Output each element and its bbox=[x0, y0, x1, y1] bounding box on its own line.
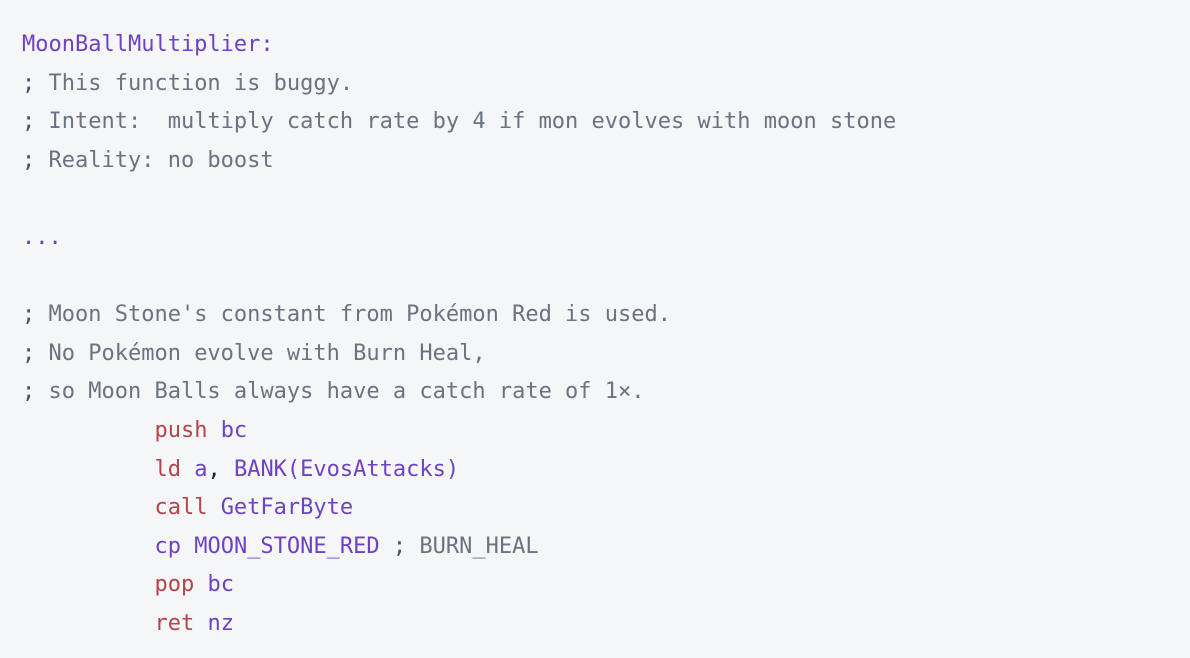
mnemonic-token: push bbox=[154, 417, 208, 443]
operand-token-2: BANK(EvosAttacks) bbox=[220, 456, 460, 482]
code-line-label: MoonBallMultiplier: bbox=[22, 26, 1190, 65]
code-line-instruction-0: push bc bbox=[22, 412, 1190, 451]
comment-text: This function is buggy. bbox=[35, 70, 354, 96]
mnemonic-token: call bbox=[154, 495, 208, 521]
code-line-instruction-5: ret nz bbox=[22, 605, 1190, 644]
comment-text: so Moon Balls always have a catch rate o… bbox=[35, 379, 645, 405]
comment-text: Intent: multiply catch rate by 4 if mon … bbox=[35, 109, 897, 135]
code-line-instruction-1: ld a, BANK(EvosAttacks) bbox=[22, 451, 1190, 490]
operand-token: bc bbox=[207, 572, 234, 598]
comment-marker: ; bbox=[22, 379, 36, 405]
code-line-ellipsis: ... bbox=[22, 219, 1190, 258]
operand-token: a bbox=[194, 456, 208, 482]
code-line-comment-top-0: ; This function is buggy. bbox=[22, 65, 1190, 104]
ellipsis-token: ... bbox=[22, 224, 62, 250]
operand-token: MOON_STONE_RED bbox=[194, 533, 380, 559]
code-line-instruction-4: pop bc bbox=[22, 566, 1190, 605]
comment-marker: ; bbox=[22, 109, 36, 135]
mnemonic-token: ld bbox=[154, 456, 181, 482]
code-line-instruction-2: call GetFarByte bbox=[22, 489, 1190, 528]
mnemonic-token: ret bbox=[154, 610, 195, 636]
code-line-comment-mid-1: ; No Pokémon evolve with Burn Heal, bbox=[22, 335, 1190, 374]
mnemonic-token: cp bbox=[154, 533, 181, 559]
comment-marker: ; bbox=[22, 302, 36, 328]
comment-text: Reality: no boost bbox=[35, 147, 274, 173]
punct-token: , bbox=[207, 456, 221, 482]
code-line-comment-top-2: ; Reality: no boost bbox=[22, 142, 1190, 181]
mnemonic-token: pop bbox=[154, 572, 195, 598]
operand-token: bc bbox=[220, 417, 248, 443]
comment-text: No Pokémon evolve with Burn Heal, bbox=[35, 340, 486, 366]
operand-token: nz bbox=[207, 610, 234, 636]
code-block[interactable]: MoonBallMultiplier:; This function is bu… bbox=[0, 0, 1190, 644]
trailing-comment-marker: ; bbox=[379, 533, 407, 559]
label-token: MoonBallMultiplier: bbox=[22, 32, 274, 57]
comment-marker: ; bbox=[22, 70, 36, 96]
code-line-comment-mid-0: ; Moon Stone's constant from Pokémon Red… bbox=[22, 296, 1190, 335]
code-line-comment-top-1: ; Intent: multiply catch rate by 4 if mo… bbox=[22, 103, 1190, 142]
code-line-comment-mid-2: ; so Moon Balls always have a catch rate… bbox=[22, 373, 1190, 412]
operand-token: GetFarByte bbox=[220, 495, 354, 521]
code-line-instruction-3: cp MOON_STONE_RED ; BURN_HEAL bbox=[22, 528, 1190, 567]
comment-text: Moon Stone's constant from Pokémon Red i… bbox=[35, 302, 672, 328]
comment-marker: ; bbox=[22, 147, 36, 173]
comment-marker: ; bbox=[22, 340, 36, 366]
trailing-comment-text: BURN_HEAL bbox=[406, 533, 539, 559]
